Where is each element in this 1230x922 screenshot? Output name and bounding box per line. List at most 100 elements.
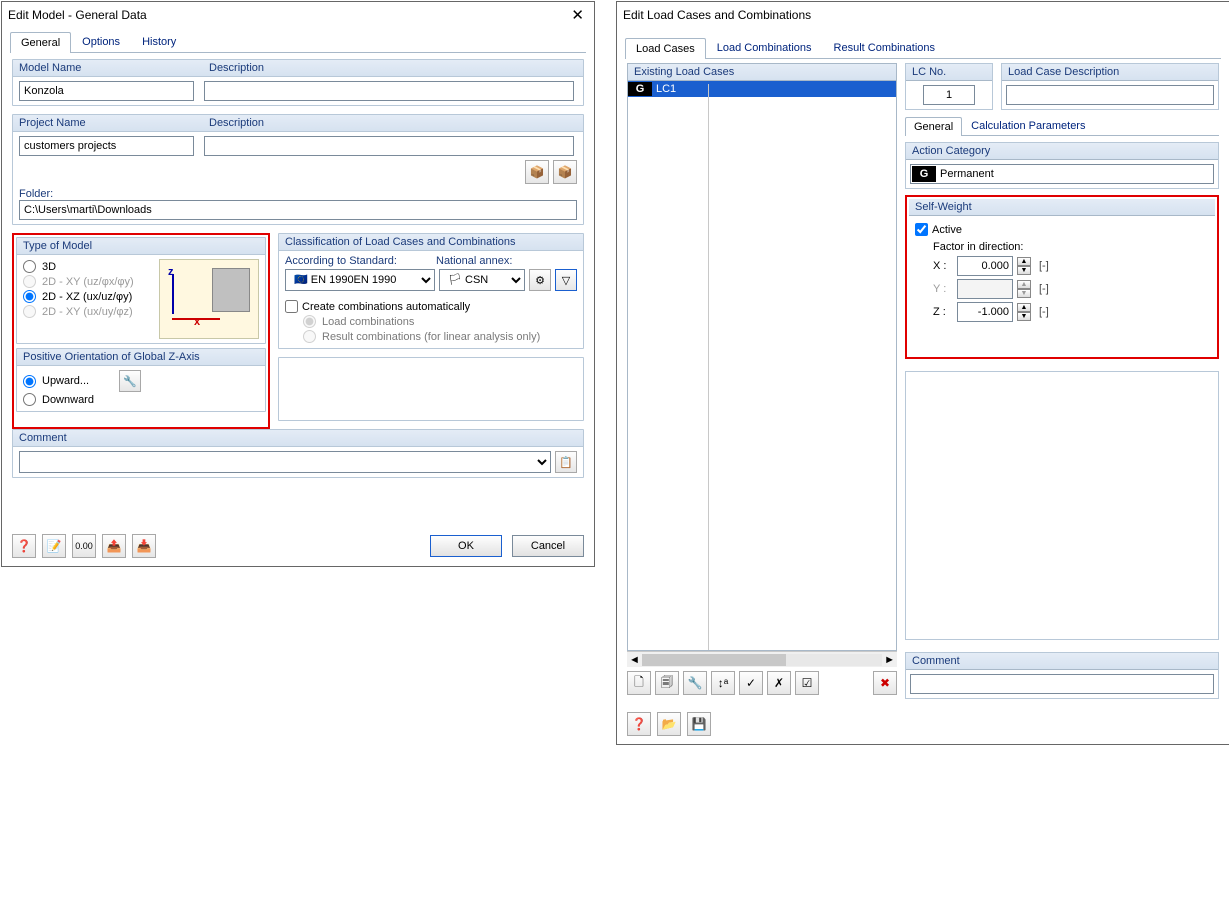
z-axis-info-icon[interactable]: 🔧 [119,370,141,392]
active-checkbox[interactable]: Active [915,222,1209,237]
sort-lc-icon[interactable]: ↕ᵃ [711,671,735,695]
lc-comment-field[interactable] [910,674,1214,694]
lc-badge: G [628,82,652,96]
comment-field[interactable] [19,451,551,473]
annex-select[interactable]: 🏳 CSN [439,269,525,291]
folder-icon[interactable]: 📦 [525,160,549,184]
project-name-field[interactable] [19,136,194,156]
radio-upward[interactable]: Upward... [23,374,89,389]
load-case-row[interactable]: G LC1 [628,81,896,97]
subtab-calc-params[interactable]: Calculation Parameters [962,116,1094,135]
folder-field[interactable] [19,200,577,220]
edit-icon[interactable]: 📝 [42,534,66,558]
scroll-thumb[interactable] [642,654,786,666]
edit-lc-icon[interactable]: 🔧 [683,671,707,695]
tab-history[interactable]: History [131,31,187,52]
type-of-model-section: Type of Model 3D 2D - XY (uz/φx/φy) 2D -… [16,237,266,344]
standard-select[interactable]: 🇪🇺 EN 1990EN 1990 [285,269,435,291]
tab-general[interactable]: General [10,32,71,53]
classification-section: Classification of Load Cases and Combina… [278,233,584,349]
tab-load-combinations[interactable]: Load Combinations [706,37,823,58]
x-spinner[interactable]: ▲▼ [1017,257,1031,275]
open-icon-right[interactable]: 📂 [657,712,681,736]
close-icon[interactable]: ✕ [567,6,588,24]
annex-filter-icon[interactable]: ▽ [555,269,577,291]
factor-label: Factor in direction: [933,241,1209,253]
help-icon-right[interactable]: ❓ [627,712,651,736]
scroll-right-icon[interactable]: ► [884,654,895,666]
lc-desc-field[interactable] [1006,85,1214,105]
tab-load-cases[interactable]: Load Cases [625,38,706,59]
tab-options[interactable]: Options [71,31,131,52]
titlebar: Edit Model - General Data ✕ [2,2,594,27]
axis-diagram: z x [159,259,259,339]
z-unit: [-] [1039,306,1049,318]
copy-lc-icon[interactable]: 🗐 [655,671,679,695]
type-of-model-title: Type of Model [17,238,265,255]
existing-load-cases-list[interactable]: Existing Load Cases G LC1 [627,63,897,651]
radio-downward[interactable]: Downward [23,392,259,407]
radio-2d-xy-1: 2D - XY (uz/φx/φy) [23,274,151,289]
radio-3d[interactable]: 3D [23,259,151,274]
comment-section: Comment 📋 [12,429,584,478]
import-icon[interactable]: 📥 [132,534,156,558]
units-icon[interactable]: 0.00 [72,534,96,558]
save-icon-right[interactable]: 💾 [687,712,711,736]
z-axis-title: Positive Orientation of Global Z-Axis [17,349,265,366]
desc-label-1: Description [209,62,264,74]
model-name-field[interactable] [19,81,194,101]
z-label: Z : [933,306,951,318]
tab-result-combinations[interactable]: Result Combinations [823,37,947,58]
lc-no-field[interactable] [923,85,975,105]
existing-lc-title: Existing Load Cases [628,64,896,81]
desc-label-2: Description [209,117,264,129]
x-field[interactable] [957,256,1013,276]
radio-2d-xy-2: 2D - XY (ux/uy/φz) [23,304,151,319]
list-divider [708,84,709,650]
action-name: Permanent [940,168,994,180]
project-desc-field[interactable] [204,136,574,156]
comment-pick-icon[interactable]: 📋 [555,451,577,473]
edit-model-dialog: Edit Model - General Data ✕ General Opti… [1,1,595,567]
model-name-label: Model Name [19,62,209,74]
subtab-general[interactable]: General [905,117,962,136]
action-category-select[interactable]: G Permanent [910,164,1214,184]
annex-settings-icon[interactable]: ⚙ [529,269,551,291]
help-icon[interactable]: ❓ [12,534,36,558]
bottom-bar: ❓ 📝 0.00 📤 📥 OK Cancel [12,534,584,558]
lc-no-section: LC No. [905,63,993,110]
uncheck-lc-icon[interactable]: ✗ [767,671,791,695]
auto-combinations-checkbox[interactable]: Create combinations automatically [285,299,577,314]
z-axis-section: Positive Orientation of Global Z-Axis Up… [16,348,266,412]
dialog-title: Edit Model - General Data [8,8,147,22]
right-bottom-bar: ❓ 📂 💾 [627,712,711,736]
z-spinner[interactable]: ▲▼ [1017,303,1031,321]
x-label: X : [933,260,951,272]
list-hscroll[interactable]: ◄ ► [627,651,897,667]
scroll-left-icon[interactable]: ◄ [629,654,640,666]
comment-title: Comment [13,430,583,447]
dialog-title-right: Edit Load Cases and Combinations [623,8,811,22]
classification-title: Classification of Load Cases and Combina… [279,234,583,251]
export-icon[interactable]: 📤 [102,534,126,558]
folder-open-icon[interactable]: 📦 [553,160,577,184]
y-unit: [-] [1039,283,1049,295]
model-desc-field[interactable] [204,81,574,101]
model-section: Model Name Description [12,59,584,106]
lc-name: LC1 [656,83,676,95]
select-all-icon[interactable]: ☑ [795,671,819,695]
empty-panel [905,371,1219,640]
radio-2d-xz[interactable]: 2D - XZ (ux/uz/φy) [23,289,151,304]
self-weight-section: Self-Weight Active Factor in direction: … [909,199,1215,355]
lc-toolbar: 🗋 🗐 🔧 ↕ᵃ ✓ ✗ ☑ ✖ [627,667,897,699]
delete-lc-icon[interactable]: ✖ [873,671,897,695]
lc-comment-section: Comment [905,652,1219,699]
blank-section [278,357,584,421]
check-lc-icon[interactable]: ✓ [739,671,763,695]
new-lc-icon[interactable]: 🗋 [627,671,651,695]
cancel-button[interactable]: Cancel [512,535,584,557]
ok-button[interactable]: OK [430,535,502,557]
action-category-title: Action Category [906,143,1218,160]
std-label: According to Standard: [285,255,426,267]
z-field[interactable] [957,302,1013,322]
